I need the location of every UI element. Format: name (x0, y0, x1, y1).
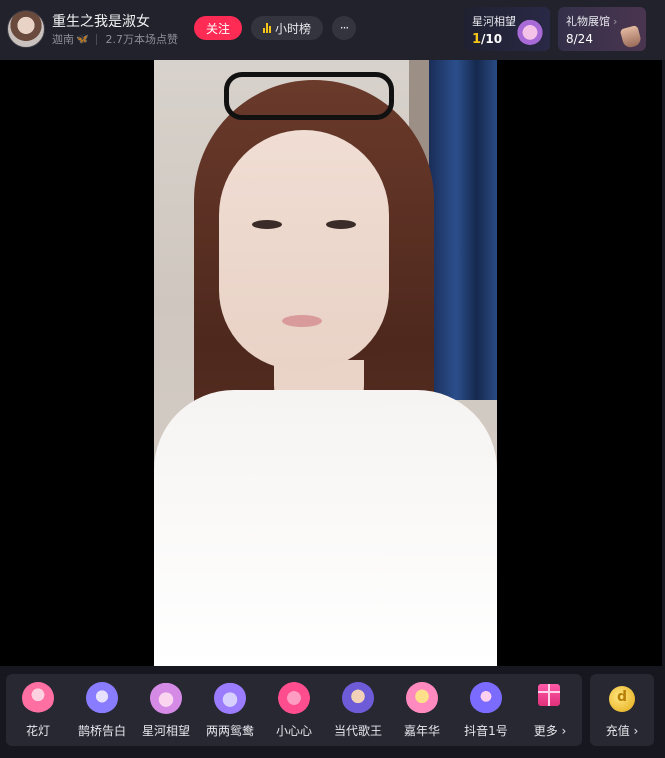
gallery-title: 礼物展馆 › (566, 13, 617, 29)
streamer-face (219, 130, 389, 370)
gift-item[interactable]: 两两鸳鸯 (198, 674, 262, 746)
wish-card[interactable]: 星河相望 1/10 (464, 7, 550, 51)
lantern-icon (22, 682, 54, 714)
gift-box-icon (538, 684, 560, 706)
likes-count: 2.7万本场点赞 (105, 33, 178, 46)
galaxy-gift-icon (516, 17, 544, 45)
gallery-gift-icon (619, 25, 643, 49)
host-name[interactable]: 重生之我是淑女 (52, 11, 150, 31)
gift-label: 抖音1号 (464, 724, 508, 738)
heart-icon (278, 682, 310, 714)
gift-gallery-card[interactable]: 礼物展馆 › 8/24 (558, 7, 646, 51)
hourly-rank-button[interactable]: 小时榜 (251, 16, 323, 40)
wish-progress: 1/10 (472, 32, 502, 47)
gift-label: 当代歌王 (333, 724, 382, 738)
hourly-rank-label: 小时榜 (274, 21, 311, 36)
host-avatar[interactable] (7, 10, 45, 48)
more-gifts-label: 更多 › (533, 724, 567, 738)
wish-total: /10 (481, 32, 503, 46)
butterfly-icon: 🦋 (76, 33, 89, 45)
singer-icon (342, 682, 374, 714)
streamer-left-eye (252, 220, 282, 229)
top-bar: 重生之我是淑女 迦南 🦋 2.7万本场点赞 关注 小时榜 ··· 星河相望 1/… (0, 0, 665, 60)
curtain (429, 60, 497, 400)
wish-current: 1 (472, 32, 482, 47)
host-subline: 迦南 🦋 2.7万本场点赞 (52, 31, 178, 47)
coin-icon (609, 686, 635, 712)
rank-bars-icon (262, 23, 271, 33)
gift-item[interactable]: 嘉年华 (390, 674, 454, 746)
carnival-icon (406, 682, 438, 714)
gift-item[interactable]: 抖音1号 (454, 674, 518, 746)
wish-title: 星河相望 (472, 15, 516, 28)
gallery-title-text: 礼物展馆 (566, 15, 610, 28)
gift-bar: 花灯 鹊桥告白 星河相望 两两鸳鸯 小心心 当代歌王 嘉年华 抖音1号 更多 › (6, 674, 582, 746)
gift-label: 嘉年华 (403, 724, 440, 738)
live-stage (0, 60, 662, 666)
gift-label: 小心心 (275, 724, 312, 738)
gift-label: 花灯 (25, 724, 50, 738)
divider (96, 33, 98, 45)
gift-item[interactable]: 小心心 (262, 674, 326, 746)
gallery-count: 8/24 (566, 32, 593, 46)
gift-item[interactable]: 花灯 (6, 674, 70, 746)
gift-label: 星河相望 (141, 724, 190, 738)
galaxy-icon (150, 682, 182, 714)
gift-item[interactable]: 鹊桥告白 (70, 674, 134, 746)
gift-label: 鹊桥告白 (77, 724, 126, 738)
magpie-bridge-icon (86, 682, 118, 714)
follow-button[interactable]: 关注 (194, 16, 242, 40)
live-video[interactable] (154, 60, 497, 666)
chevron-right-icon: › (613, 15, 618, 28)
gift-item[interactable]: 星河相望 (134, 674, 198, 746)
streamer-lips (282, 315, 322, 327)
gift-label: 两两鸳鸯 (205, 724, 254, 738)
streamer-right-eye (326, 220, 356, 229)
sub-name: 迦南 (52, 33, 74, 46)
recharge-label: 充值 › (605, 724, 639, 738)
more-gifts-button[interactable]: 更多 › (518, 674, 582, 746)
white-sweater (154, 390, 497, 666)
glasses (224, 72, 394, 120)
recharge-button[interactable]: 充值 › (590, 674, 654, 746)
gift-item[interactable]: 当代歌王 (326, 674, 390, 746)
rocket-icon (470, 682, 502, 714)
more-options-button[interactable]: ··· (332, 16, 356, 40)
mandarin-ducks-icon (214, 682, 246, 714)
